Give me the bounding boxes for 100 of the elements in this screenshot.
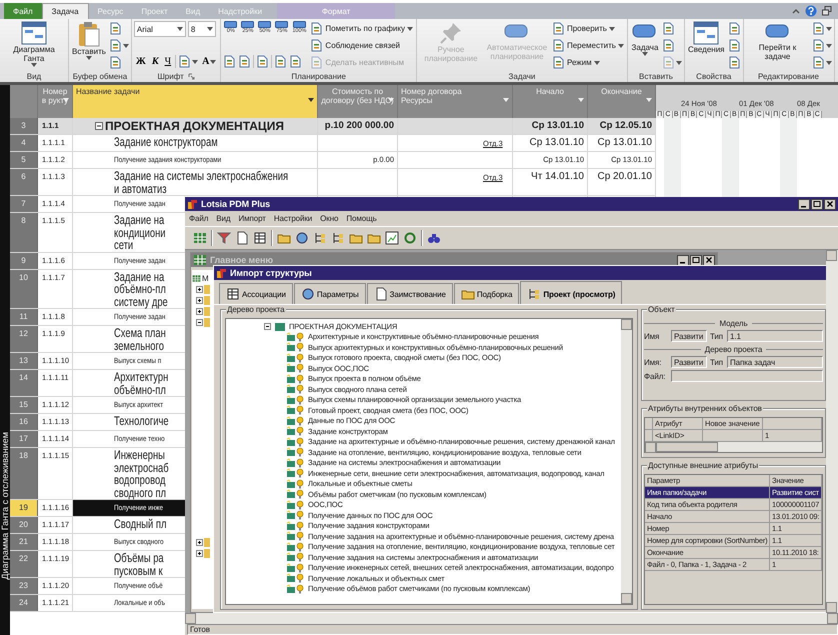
vertical-scrollbar[interactable] <box>621 319 632 604</box>
chart-icon[interactable] <box>385 231 399 245</box>
dialog-tab[interactable]: Ассоциации <box>219 283 293 304</box>
expand-icon[interactable] <box>196 297 203 304</box>
dialog-tab[interactable]: Параметры <box>294 283 366 304</box>
grid-icon[interactable] <box>193 231 207 245</box>
funnel-icon[interactable] <box>217 231 231 245</box>
icon-button[interactable] <box>108 21 122 36</box>
row-number[interactable]: 7 <box>10 196 38 212</box>
row-number[interactable]: 18 <box>10 448 38 499</box>
format-button[interactable]: A <box>200 56 218 67</box>
dialog-tab[interactable]: Заимствование <box>366 283 453 304</box>
close-icon[interactable] <box>824 198 836 210</box>
table-icon[interactable] <box>253 231 267 245</box>
icon-button[interactable] <box>274 54 288 69</box>
ribbon-button[interactable]: Режим <box>550 55 601 70</box>
maximize-icon[interactable] <box>690 254 702 266</box>
row-number[interactable]: 16 <box>10 414 38 430</box>
ribbon-button[interactable]: Задача <box>630 21 660 69</box>
icon-button[interactable] <box>108 38 129 53</box>
row-number[interactable]: 3 <box>10 118 38 134</box>
icon-button[interactable] <box>812 21 832 36</box>
vertical-scrollbar[interactable] <box>826 250 838 613</box>
row-number[interactable]: 23 <box>10 578 38 594</box>
ribbon-button[interactable]: Вставить <box>71 21 107 69</box>
icon-button[interactable] <box>256 54 270 69</box>
table-icon[interactable] <box>226 287 240 301</box>
help-icon[interactable] <box>805 5 817 17</box>
ribbon-tab[interactable]: Задача <box>42 3 89 19</box>
ribbon-button[interactable]: Сведения <box>686 21 726 69</box>
file-field[interactable] <box>671 370 823 382</box>
ribbon-button[interactable]: Переместить <box>550 38 625 53</box>
menu-item[interactable]: Вид <box>216 214 230 223</box>
icon-button[interactable] <box>662 38 675 53</box>
row-number[interactable]: 11 <box>10 309 38 325</box>
menu-item[interactable]: Файл <box>189 214 208 223</box>
dialog-tab[interactable]: Проект (просмотр) <box>520 281 622 304</box>
minimize-icon[interactable] <box>677 254 689 266</box>
row-number[interactable]: 4 <box>10 135 38 151</box>
dropdown-arrow-icon[interactable] <box>308 98 314 102</box>
icon-button[interactable] <box>728 38 741 53</box>
ribbon-button[interactable]: Соблюдение связей <box>309 38 402 53</box>
horizontal-scrollbar[interactable] <box>645 442 822 452</box>
name-field[interactable]: Развити <box>671 330 707 342</box>
menu-item[interactable]: Помощь <box>346 214 377 223</box>
grid-icon[interactable] <box>193 253 207 267</box>
name-field[interactable]: Развити <box>671 356 707 368</box>
row-number[interactable]: 10 <box>10 270 38 308</box>
icon-button[interactable] <box>728 21 741 36</box>
icon-button[interactable] <box>108 55 122 70</box>
type-field[interactable]: Папка задач <box>727 356 823 368</box>
dialog-tab[interactable]: Подборка <box>454 283 520 304</box>
icon-button[interactable] <box>812 38 832 53</box>
format-button[interactable]: Ж <box>134 56 148 67</box>
menu-item[interactable]: Импорт <box>238 214 266 223</box>
menu-item[interactable]: Окно <box>320 214 338 223</box>
row-number[interactable]: 17 <box>10 431 38 447</box>
column-header[interactable]: Название задачи <box>73 85 318 118</box>
row-number[interactable]: 15 <box>10 397 38 413</box>
format-button[interactable]: Ч <box>162 56 174 67</box>
close-icon[interactable] <box>703 254 715 266</box>
collapse-icon[interactable] <box>196 319 203 326</box>
maximize-icon[interactable] <box>811 198 823 210</box>
expand-icon[interactable] <box>196 539 203 546</box>
tree-icon[interactable] <box>331 231 345 245</box>
icon-button[interactable] <box>289 54 302 69</box>
row-number[interactable]: 20 <box>10 517 38 533</box>
row-number[interactable]: 9 <box>10 252 38 268</box>
row-number[interactable]: 22 <box>10 551 38 577</box>
row-number[interactable]: 8 <box>10 213 38 252</box>
ribbon-button[interactable]: Проверить <box>550 21 616 36</box>
row-number[interactable]: 24 <box>10 595 38 611</box>
binoculars-icon[interactable] <box>427 231 441 245</box>
font-combo[interactable]: 8 <box>188 21 216 37</box>
restore-window-icon[interactable] <box>822 6 832 16</box>
collapse-icon[interactable] <box>95 122 103 130</box>
ribbon-tab[interactable]: Файл <box>4 3 42 19</box>
row-number[interactable]: 13 <box>10 353 38 369</box>
icon-button[interactable] <box>812 55 832 70</box>
collapse-icon[interactable] <box>264 322 271 330</box>
row-number[interactable]: 5 <box>10 152 38 168</box>
icon-button[interactable] <box>223 54 236 69</box>
row-number[interactable]: 21 <box>10 534 38 550</box>
ribbon-button[interactable]: Пометить по графику <box>309 21 414 36</box>
grid-icon[interactable] <box>192 274 201 282</box>
ribbon-button[interactable]: Перейти к задаче <box>746 21 810 69</box>
row-number[interactable]: 6 <box>10 169 38 195</box>
tree-icon[interactable] <box>527 287 542 301</box>
expand-icon[interactable] <box>196 550 203 557</box>
row-number[interactable]: 12 <box>10 326 38 352</box>
ribbon-button[interactable]: Диаграмма Ганта <box>2 21 66 69</box>
horizontal-scrollbar[interactable] <box>185 613 838 624</box>
minimize-icon[interactable] <box>798 198 810 210</box>
tree-icon[interactable] <box>313 231 327 245</box>
dialog-launcher-icon[interactable] <box>188 72 195 80</box>
row-number[interactable]: 19 <box>10 500 38 516</box>
expand-icon[interactable] <box>196 308 203 315</box>
document-icon[interactable] <box>235 231 249 245</box>
icon-button[interactable] <box>178 54 198 69</box>
icon-button[interactable] <box>238 54 252 69</box>
